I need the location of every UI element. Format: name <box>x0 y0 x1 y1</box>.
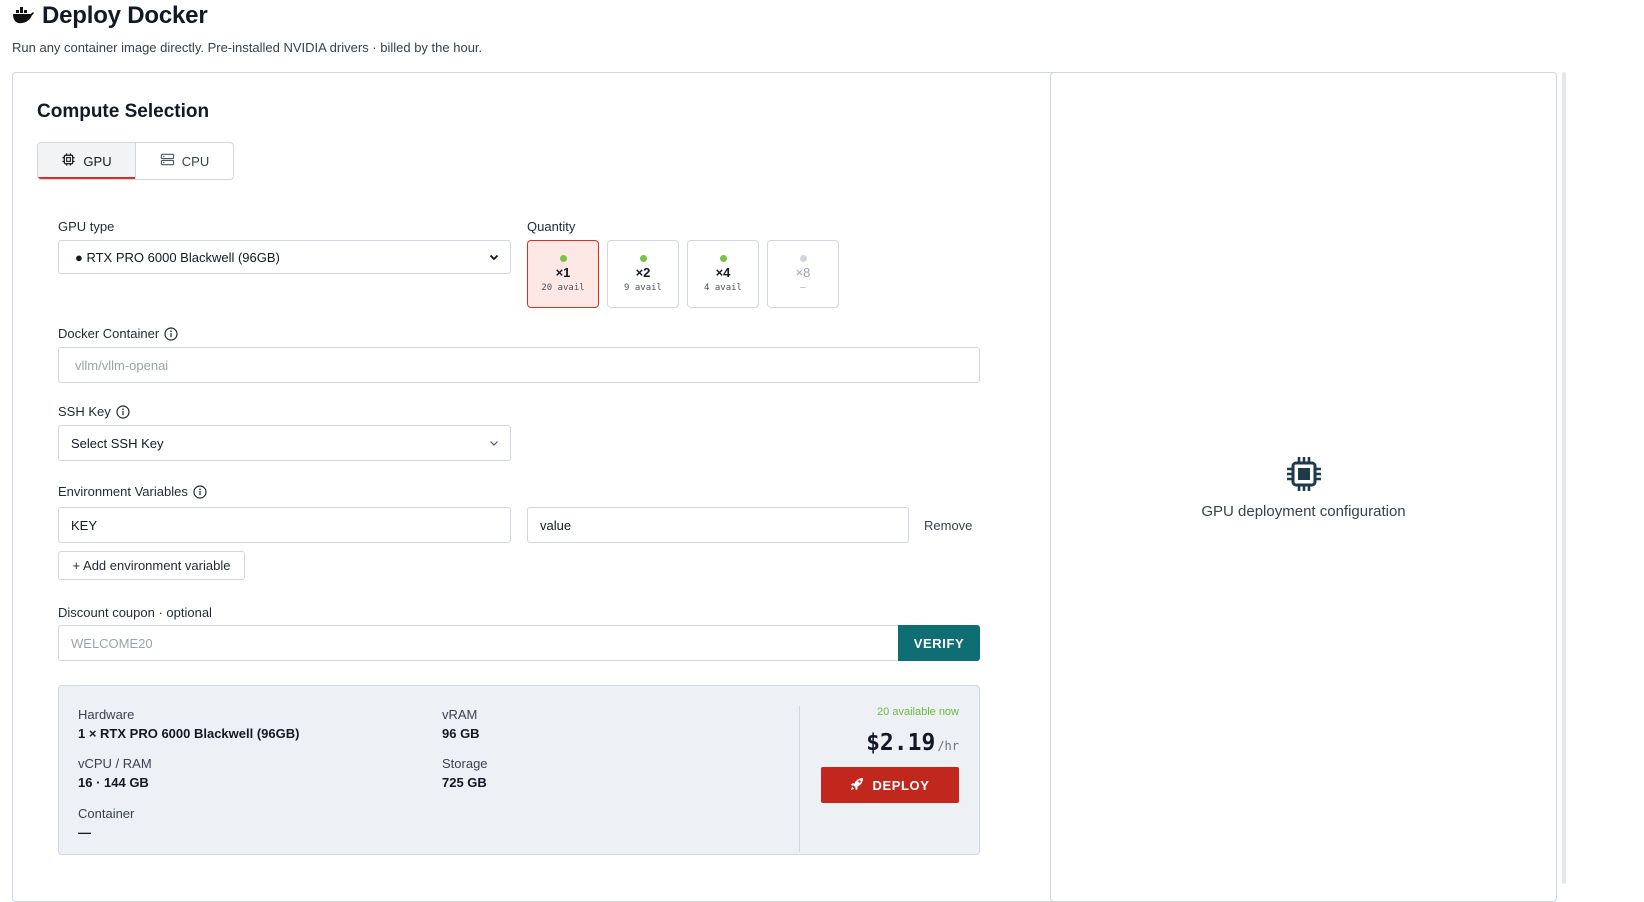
tab-cpu-label: CPU <box>181 153 210 169</box>
cpu-chip-icon <box>61 152 76 170</box>
quantity-availability: 20 avail <box>541 283 585 293</box>
availability-status: 20 available now <box>877 706 959 718</box>
price-display: $2.19 /hr <box>866 730 959 756</box>
hardware-label: Hardware <box>78 707 135 722</box>
docker-container-input[interactable]: vllm/vllm-openai <box>58 347 980 383</box>
deploy-label: DEPLOY <box>872 777 930 793</box>
quantity-option-8: ×8 – <box>767 240 839 308</box>
availability-dot <box>639 255 647 262</box>
container-value: — <box>78 825 91 840</box>
quantity-option-2[interactable]: ×2 9 avail <box>607 240 679 308</box>
deployment-summary: Hardware 1 × RTX PRO 6000 Blackwell (96G… <box>58 685 980 855</box>
summary-divider <box>799 706 800 852</box>
summary-container: Container — <box>78 806 134 840</box>
price-value: $2.19 <box>866 730 936 756</box>
coupon-label: Discount coupon · optional <box>58 605 212 620</box>
env-vars-label: Environment Variables <box>58 484 207 499</box>
summary-hardware: Hardware 1 × RTX PRO 6000 Blackwell (96G… <box>78 707 299 741</box>
quantity-multiplier: ×2 <box>635 265 651 280</box>
docker-container-label-text: Docker Container <box>58 326 160 341</box>
quantity-availability: 4 avail <box>704 283 742 293</box>
chevron-down-icon <box>488 251 500 263</box>
ssh-key-label-text: SSH Key <box>58 404 111 419</box>
docker-container-label: Docker Container <box>58 326 178 341</box>
availability-dot <box>559 255 567 262</box>
quantity-multiplier: ×4 <box>715 265 731 280</box>
env-key-input[interactable]: KEY <box>58 507 511 543</box>
storage-label: Storage <box>442 756 488 771</box>
quantity-options: ×1 20 avail ×2 9 avail ×4 4 avail ×8 – <box>527 240 839 308</box>
coupon-placeholder: WELCOME20 <box>71 635 153 651</box>
rocket-icon <box>850 777 864 794</box>
availability-dot <box>719 255 727 262</box>
quantity-multiplier: ×1 <box>555 265 571 280</box>
vram-value: 96 GB <box>442 726 480 741</box>
docker-whale-icon <box>12 7 34 25</box>
coupon-input[interactable]: WELCOME20 <box>58 625 900 661</box>
ssh-key-select[interactable]: Select SSH Key <box>58 425 511 461</box>
vram-label: vRAM <box>442 707 478 722</box>
title-row: Deploy Docker <box>12 2 482 30</box>
storage-value: 725 GB <box>442 775 487 790</box>
tab-gpu[interactable]: GPU <box>38 143 136 179</box>
cpu-chip-icon <box>1285 455 1323 493</box>
remove-env-button[interactable]: Remove <box>924 518 972 533</box>
availability-dot <box>799 255 807 262</box>
page-subtitle: Run any container image directly. Pre-in… <box>12 40 483 55</box>
price-unit: /hr <box>937 739 959 753</box>
tab-gpu-label: GPU <box>83 153 112 169</box>
coupon-label-text: Discount coupon · optional <box>58 605 212 620</box>
gpu-type-label-text: GPU type <box>58 219 115 234</box>
quantity-option-1[interactable]: ×1 20 avail <box>527 240 599 308</box>
page-scrollbar[interactable] <box>1562 72 1566 884</box>
ssh-key-selected-value: Select SSH Key <box>71 435 164 451</box>
page-header: Deploy Docker Run any container image di… <box>12 2 482 55</box>
gpu-type-select[interactable]: ● RTX PRO 6000 Blackwell (96GB) <box>58 240 511 274</box>
side-panel: GPU deployment configuration <box>1050 72 1557 902</box>
cpu-ram-label: vCPU / RAM <box>78 756 152 771</box>
env-value-value: value <box>540 517 572 533</box>
quantity-availability: – <box>800 283 806 293</box>
info-icon[interactable] <box>116 404 130 419</box>
deploy-button[interactable]: DEPLOY <box>821 767 959 803</box>
env-key-value: KEY <box>71 517 98 533</box>
summary-cpu-ram: vCPU / RAM 16 · 144 GB <box>78 756 152 790</box>
quantity-label-text: Quantity <box>527 219 576 234</box>
gpu-type-selected-value: ● RTX PRO 6000 Blackwell (96GB) <box>75 249 280 265</box>
container-label: Container <box>78 806 135 821</box>
gpu-type-label: GPU type <box>58 219 114 234</box>
info-icon[interactable] <box>193 484 207 499</box>
chevron-down-icon <box>488 437 500 449</box>
quantity-label: Quantity <box>527 219 575 234</box>
quantity-availability: 9 avail <box>624 283 662 293</box>
info-icon[interactable] <box>164 326 178 341</box>
side-placeholder: GPU deployment configuration <box>1051 455 1556 520</box>
verify-button[interactable]: VERIFY <box>898 625 980 661</box>
env-value-input[interactable]: value <box>527 507 909 543</box>
quantity-multiplier: ×8 <box>795 265 811 280</box>
section-title: Compute Selection <box>37 101 210 122</box>
summary-storage: Storage 725 GB <box>442 756 488 790</box>
cpu-ram-value: 16 · 144 GB <box>78 775 149 790</box>
compute-tabs: GPU CPU <box>37 142 234 180</box>
summary-vram: vRAM 96 GB <box>442 707 480 741</box>
page-title: Deploy Docker <box>42 2 208 29</box>
hardware-value: 1 × RTX PRO 6000 Blackwell (96GB) <box>78 726 300 741</box>
docker-container-placeholder: vllm/vllm-openai <box>75 357 169 373</box>
quantity-option-4[interactable]: ×4 4 avail <box>687 240 759 308</box>
side-placeholder-text: GPU deployment configuration <box>1201 503 1406 520</box>
env-vars-label-text: Environment Variables <box>58 484 188 499</box>
server-icon <box>160 152 175 170</box>
tab-cpu[interactable]: CPU <box>136 143 233 179</box>
ssh-key-label: SSH Key <box>58 404 130 419</box>
add-env-variable-button[interactable]: + Add environment variable <box>58 551 245 580</box>
